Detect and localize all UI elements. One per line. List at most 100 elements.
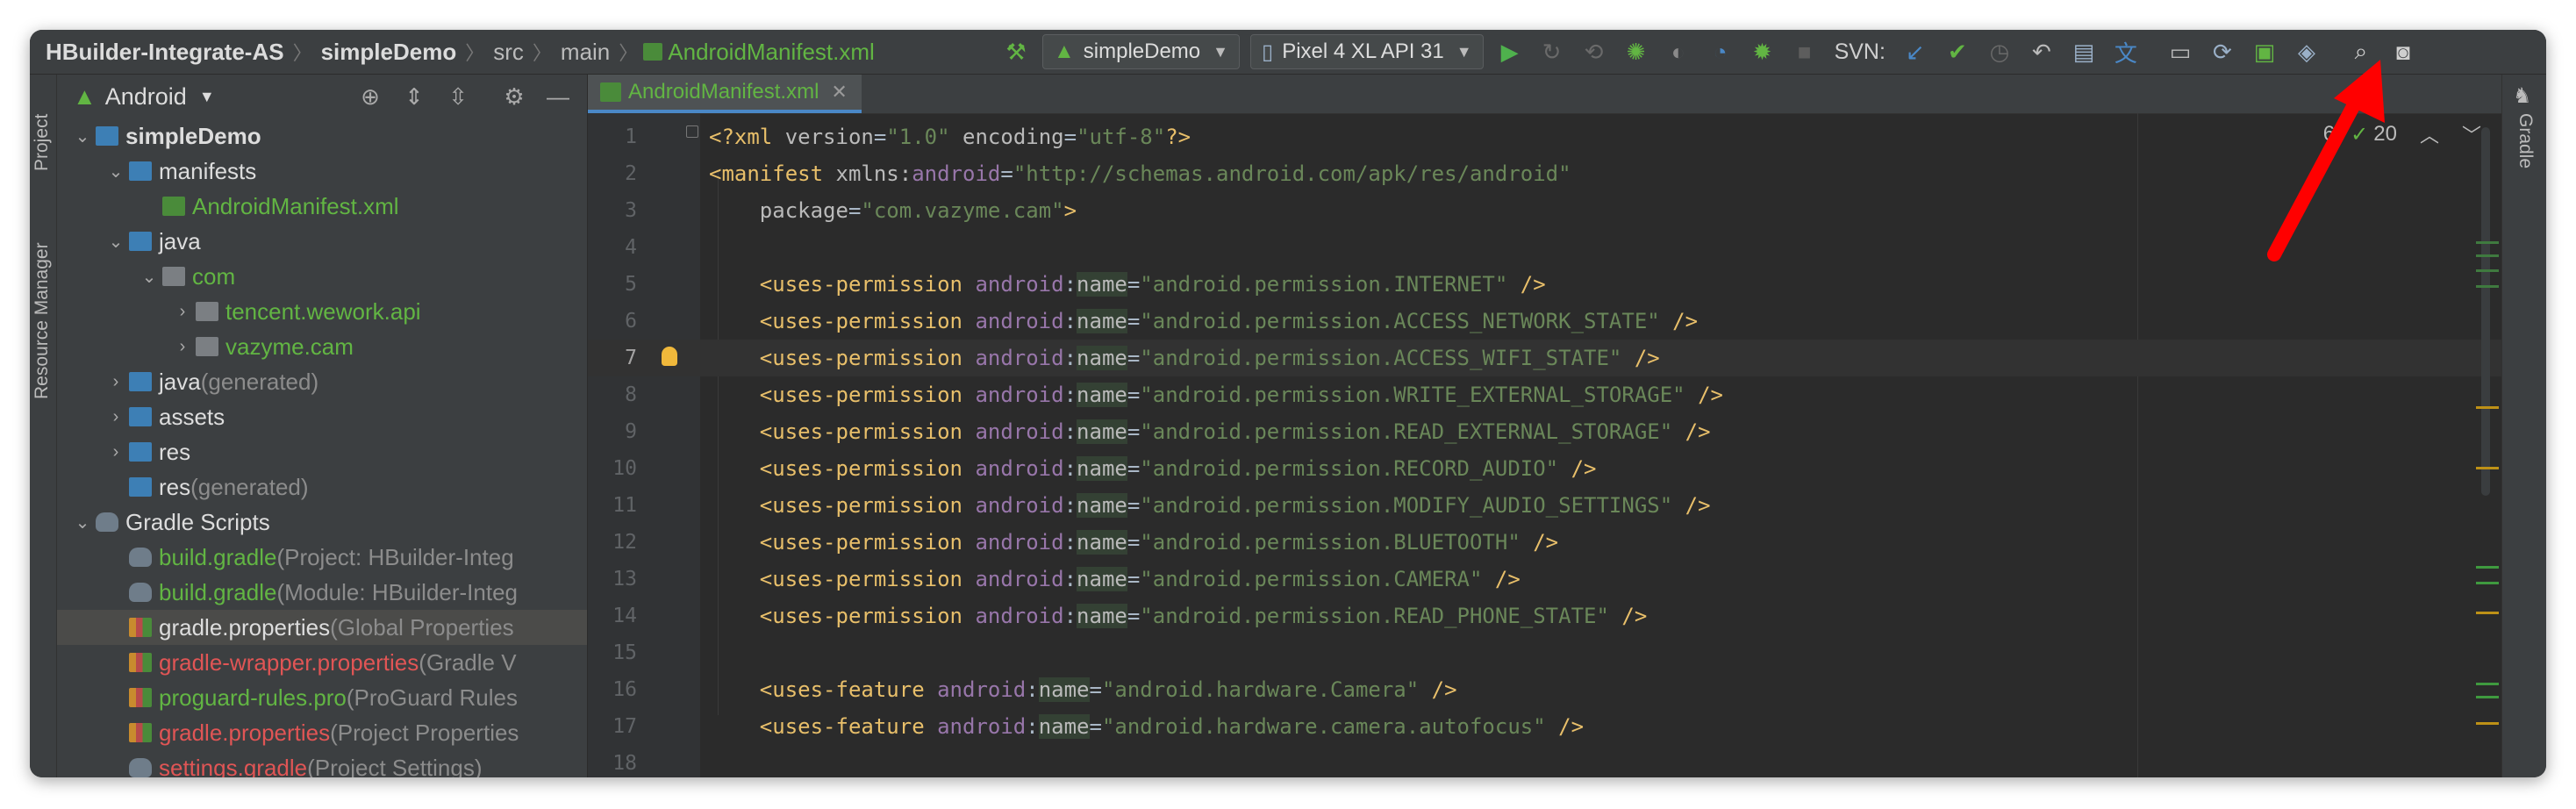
chevron-down-icon[interactable]: ﹀ bbox=[2462, 120, 2481, 148]
chevron-down-icon[interactable]: ⌄ bbox=[103, 161, 129, 183]
code-line[interactable]: 9 <uses-permission android:name="android… bbox=[588, 413, 2502, 450]
svn-update-icon[interactable]: ↙ bbox=[1896, 32, 1935, 71]
locate-file-icon[interactable]: ⊕ bbox=[348, 83, 392, 111]
breadcrumb-file[interactable]: AndroidManifest.xml bbox=[668, 39, 882, 66]
attach-debugger-icon[interactable]: ✹ bbox=[1743, 32, 1782, 71]
breadcrumb-main[interactable]: main bbox=[554, 39, 617, 66]
tree-item[interactable]: › vazyme.cam bbox=[57, 329, 587, 364]
chevron-right-icon[interactable]: › bbox=[169, 302, 196, 322]
device-manager-icon[interactable]: ▣ bbox=[2245, 32, 2284, 71]
gradle-tool-tab[interactable]: Gradle bbox=[2515, 113, 2536, 168]
collapse-all-icon[interactable]: ⇳ bbox=[436, 83, 480, 111]
tree-item[interactable]: gradle-wrapper.properties (Gradle V bbox=[57, 645, 587, 680]
hide-panel-icon[interactable]: — bbox=[536, 83, 580, 111]
svn-commit-icon[interactable]: ✔ bbox=[1938, 32, 1977, 71]
tree-item[interactable]: ⌄ Gradle Scripts bbox=[57, 505, 587, 540]
fold-marker-icon[interactable] bbox=[686, 125, 698, 138]
resource-manager-tool-tab[interactable]: Resource Manager bbox=[32, 242, 53, 399]
tree-item-label: res bbox=[159, 473, 191, 500]
code-line[interactable]: 17 <uses-feature android:name="android.h… bbox=[588, 708, 2502, 745]
close-icon[interactable]: ✕ bbox=[831, 81, 847, 104]
project-view-mode[interactable]: Android bbox=[105, 83, 187, 111]
inspection-widget[interactable]: 6 ✓ 20 ︿ ﹀ bbox=[2323, 120, 2481, 148]
code-line[interactable]: 7 <uses-permission android:name="android… bbox=[588, 340, 2502, 376]
chevron-right-icon[interactable]: › bbox=[103, 372, 129, 392]
tree-item[interactable]: › assets bbox=[57, 399, 587, 434]
code-line[interactable]: 3 package="com.vazyme.cam"> bbox=[588, 192, 2502, 229]
warning-count: 6 bbox=[2322, 122, 2336, 146]
chevron-right-icon: 〉 bbox=[619, 42, 639, 64]
tree-item[interactable]: AndroidManifest.xml bbox=[57, 189, 587, 224]
code-line[interactable]: 14 <uses-permission android:name="androi… bbox=[588, 598, 2502, 634]
sdk-manager-icon[interactable]: ◈ bbox=[2287, 32, 2326, 71]
run-icon[interactable]: ▶ bbox=[1491, 32, 1529, 71]
tab-androidmanifest[interactable]: AndroidManifest.xml ✕ bbox=[588, 75, 862, 113]
code-token: android bbox=[975, 530, 1064, 555]
tree-item[interactable]: proguard-rules.pro (ProGuard Rules bbox=[57, 680, 587, 715]
code-line[interactable]: 18 bbox=[588, 745, 2502, 777]
gradle-sync-icon[interactable]: ⟳ bbox=[2203, 32, 2242, 71]
code-line[interactable]: 16 <uses-feature android:name="android.h… bbox=[588, 671, 2502, 708]
chevron-down-icon[interactable]: ⌄ bbox=[136, 266, 162, 288]
project-structure-icon[interactable]: ▤ bbox=[2064, 32, 2103, 71]
chevron-down-icon[interactable]: ⌄ bbox=[103, 231, 129, 253]
tree-item[interactable]: ⌄ java bbox=[57, 224, 587, 259]
avatar[interactable]: ◙ bbox=[2384, 32, 2422, 71]
translate-icon[interactable]: 文 bbox=[2107, 32, 2145, 71]
code-line[interactable]: 10 <uses-permission android:name="androi… bbox=[588, 450, 2502, 487]
rollback-icon[interactable]: ↶ bbox=[2022, 32, 2061, 71]
run-configuration-select[interactable]: ▲ simpleDemo ▼ bbox=[1042, 34, 1240, 69]
apply-changes-icon[interactable]: ↻ bbox=[1533, 32, 1571, 71]
terminal-icon[interactable]: ▭ bbox=[2161, 32, 2200, 71]
tree-item[interactable]: ⌄ com bbox=[57, 259, 587, 294]
project-tool-tab[interactable]: Project bbox=[32, 114, 53, 171]
breadcrumb-project[interactable]: HBuilder-Integrate-AS bbox=[39, 39, 291, 66]
tree-item[interactable]: gradle.properties (Project Properties bbox=[57, 715, 587, 750]
expand-all-icon[interactable]: ⇕ bbox=[392, 83, 436, 111]
vertical-scrollbar[interactable] bbox=[2481, 127, 2490, 496]
code-line[interactable]: 1 <?xml version="1.0" encoding="utf-8"?> bbox=[588, 118, 2502, 155]
tree-item[interactable]: res (generated) bbox=[57, 469, 587, 505]
code-line[interactable]: 5 <uses-permission android:name="android… bbox=[588, 266, 2502, 303]
hammer-build-icon[interactable]: ⚒ bbox=[997, 32, 1035, 71]
debug-icon[interactable]: ✺ bbox=[1617, 32, 1656, 71]
tree-item[interactable]: gradle.properties (Global Properties bbox=[57, 610, 587, 645]
code-token: android bbox=[975, 419, 1064, 444]
breadcrumb-src[interactable]: src bbox=[486, 39, 531, 66]
profile-icon[interactable]: ◔ bbox=[1701, 32, 1740, 71]
chevron-right-icon[interactable]: › bbox=[103, 442, 129, 462]
tree-item[interactable]: build.gradle (Project: HBuilder-Integ bbox=[57, 540, 587, 575]
tree-item[interactable]: ⌄ manifests bbox=[57, 154, 587, 189]
device-select[interactable]: ▯ Pixel 4 XL API 31 ▼ bbox=[1249, 34, 1484, 69]
lightbulb-icon[interactable] bbox=[662, 347, 677, 366]
tree-item[interactable]: ⌄ simpleDemo bbox=[57, 118, 587, 154]
chevron-right-icon[interactable]: › bbox=[169, 337, 196, 357]
tree-item[interactable]: › res bbox=[57, 434, 587, 469]
breadcrumb-module[interactable]: simpleDemo bbox=[314, 39, 464, 66]
chevron-right-icon[interactable]: › bbox=[103, 407, 129, 427]
code-line[interactable]: 13 <uses-permission android:name="androi… bbox=[588, 561, 2502, 598]
tree-item[interactable]: › java (generated) bbox=[57, 364, 587, 399]
code-line[interactable]: 8 <uses-permission android:name="android… bbox=[588, 376, 2502, 413]
code-line[interactable]: 4 bbox=[588, 229, 2502, 266]
chevron-down-icon[interactable]: ▼ bbox=[199, 88, 215, 106]
tree-item[interactable]: build.gradle (Module: HBuilder-Integ bbox=[57, 575, 587, 610]
gear-icon[interactable]: ⚙ bbox=[492, 83, 536, 111]
code-line[interactable]: 15 bbox=[588, 634, 2502, 671]
code-line[interactable]: 12 <uses-permission android:name="androi… bbox=[588, 524, 2502, 561]
tree-item[interactable]: settings.gradle (Project Settings) bbox=[57, 750, 587, 777]
chevron-up-icon[interactable]: ︿ bbox=[2420, 120, 2439, 148]
tree-item[interactable]: › tencent.wework.api bbox=[57, 294, 587, 329]
code-line[interactable]: 11 <uses-permission android:name="androi… bbox=[588, 487, 2502, 524]
search-icon[interactable]: ⌕ bbox=[2342, 32, 2380, 71]
stop-icon[interactable]: ■ bbox=[1785, 32, 1824, 71]
chevron-down-icon[interactable]: ⌄ bbox=[69, 512, 96, 533]
apply-code-changes-icon[interactable]: ⟲ bbox=[1575, 32, 1614, 71]
coverage-icon[interactable]: ◐ bbox=[1659, 32, 1698, 71]
main-toolbar: ⚒ ▲ simpleDemo ▼ ▯ Pixel 4 XL API 31 ▼ ▶… bbox=[995, 30, 2424, 74]
code-line[interactable]: 2 <manifest xmlns:android="http://schemas… bbox=[588, 155, 2502, 192]
chevron-down-icon[interactable]: ⌄ bbox=[69, 125, 96, 147]
history-icon[interactable]: ◷ bbox=[1980, 32, 2019, 71]
code-line[interactable]: 6 <uses-permission android:name="android… bbox=[588, 303, 2502, 340]
